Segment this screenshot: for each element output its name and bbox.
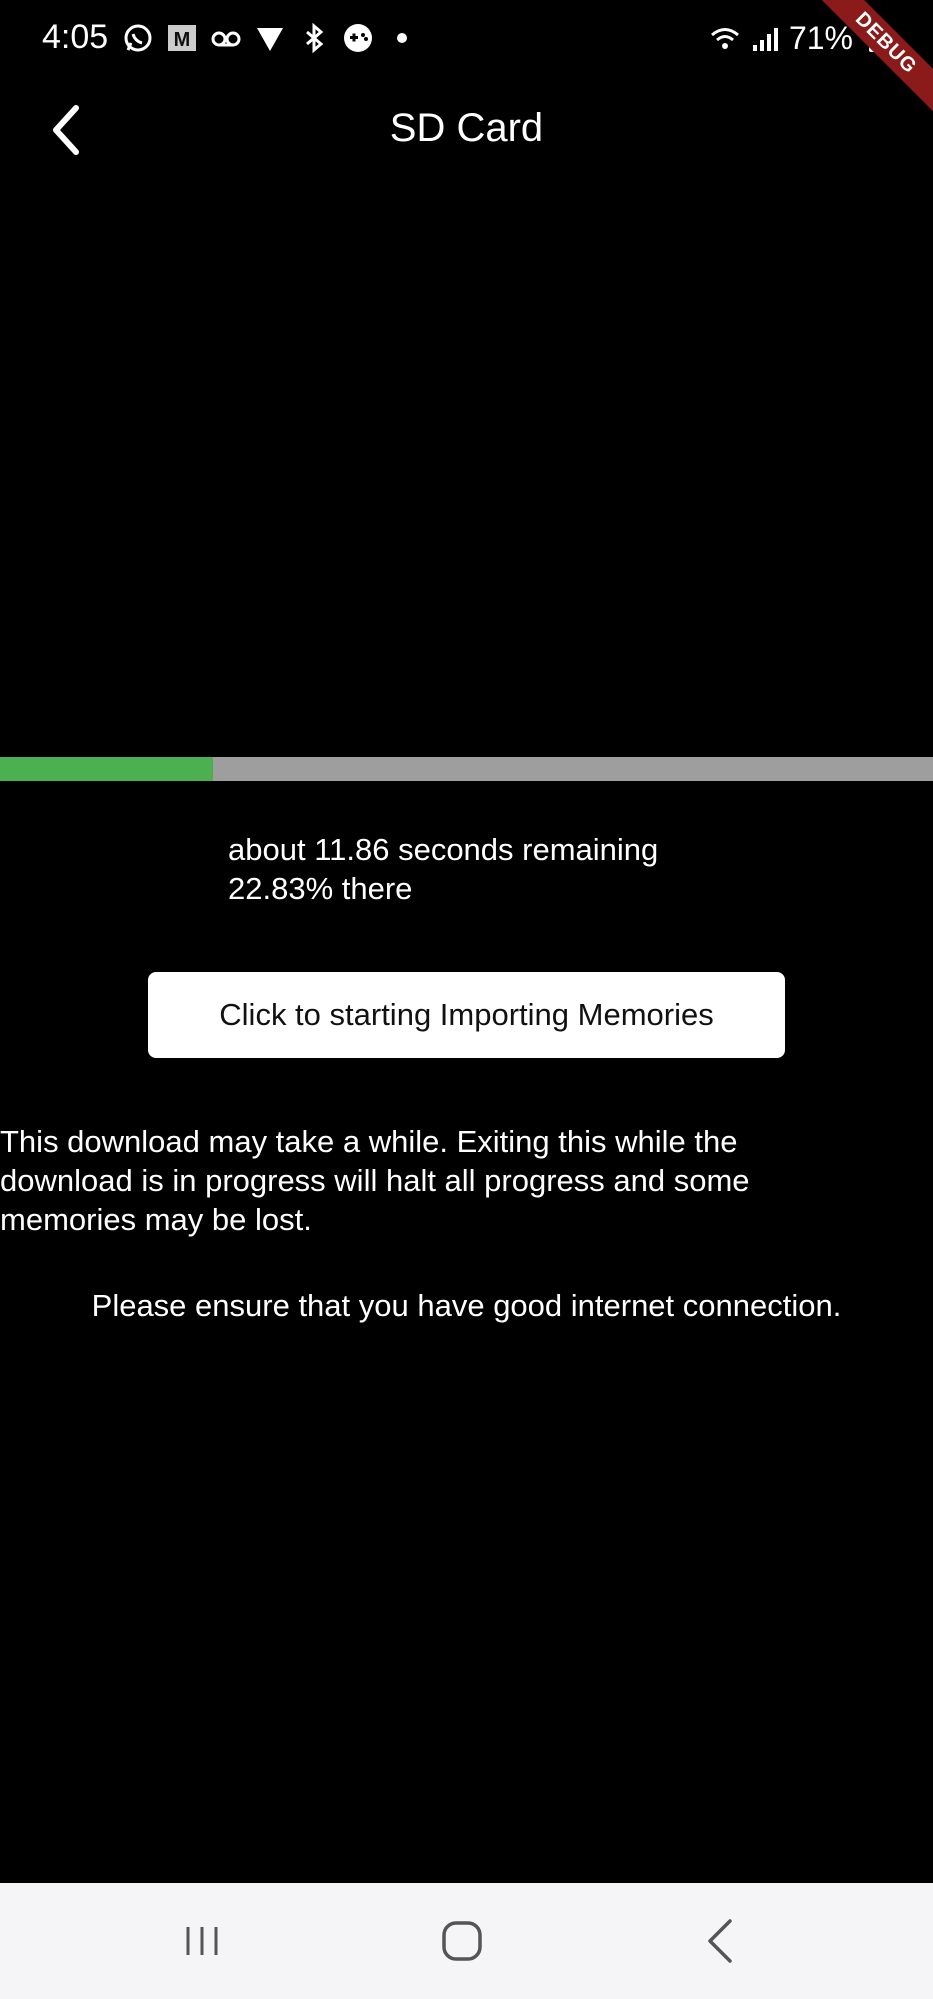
bluetooth-icon: [298, 22, 330, 54]
whatsapp-icon: [122, 22, 154, 54]
progress-bar-fill: [0, 757, 213, 781]
internet-connection-text: Please ensure that you have good interne…: [91, 1288, 842, 1323]
home-icon: [442, 1921, 482, 1961]
progress-bar: [0, 757, 933, 781]
nav-back-button[interactable]: [686, 1905, 758, 1977]
page-title: SD Card: [389, 106, 544, 150]
wifi-icon: [709, 23, 741, 55]
signal-icon: [749, 23, 781, 55]
progress-info: about 11.86 seconds remaining 22.83% the…: [228, 830, 658, 908]
dot-icon: [386, 22, 418, 54]
voicemail-icon: [210, 22, 242, 54]
back-icon: [708, 1919, 732, 1963]
status-bar: 4:05 M 71% DEBUG: [0, 0, 933, 121]
gmail-m-icon: M: [166, 22, 198, 54]
recent-apps-icon: [186, 1927, 218, 1955]
import-memories-button[interactable]: Click to starting Importing Memories: [148, 972, 785, 1058]
status-time: 4:05: [42, 18, 109, 56]
recent-apps-button[interactable]: [166, 1905, 238, 1977]
svg-text:M: M: [174, 29, 191, 51]
app-bar: SD Card: [0, 80, 933, 185]
percent-complete-text: 22.83% there: [228, 871, 413, 906]
gamepad-icon: [342, 22, 374, 54]
battery-percent: 71%: [788, 20, 853, 56]
download-warning-text: This download may take a while. Exiting …: [0, 1124, 750, 1237]
home-button[interactable]: [426, 1905, 498, 1977]
notification-icons: M: [122, 22, 418, 54]
time-remaining-text: about 11.86 seconds remaining: [228, 832, 659, 867]
shield-icon: [254, 22, 286, 54]
system-nav-bar: [0, 1883, 933, 1999]
